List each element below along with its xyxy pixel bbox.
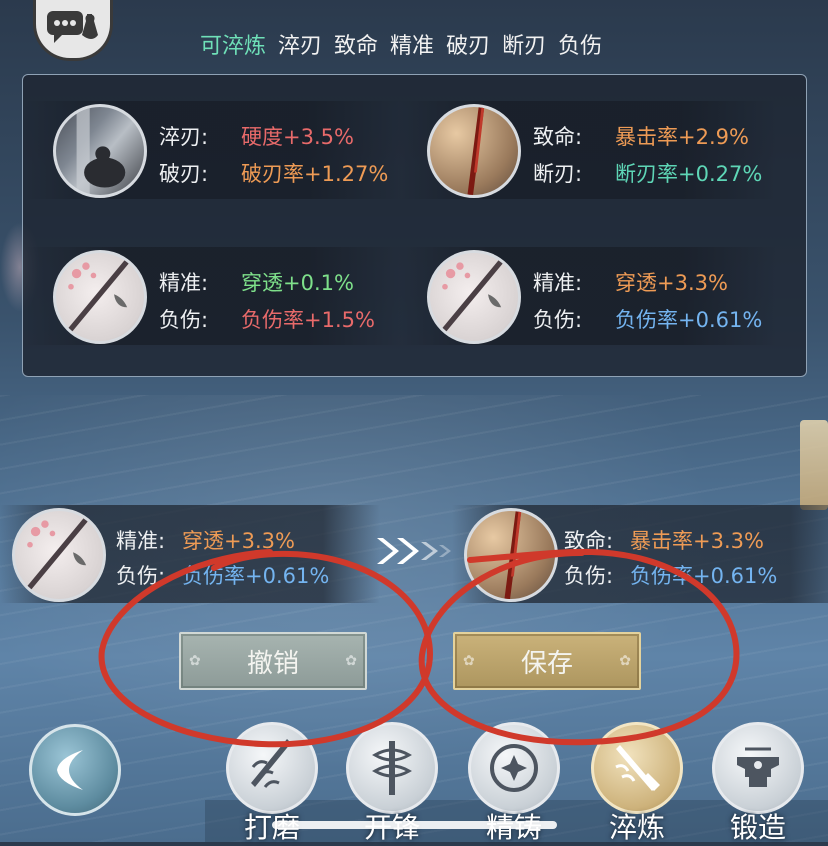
nav-disc: [346, 722, 438, 814]
filter-item-fushang[interactable]: 负伤: [558, 28, 602, 59]
flower-ornament-icon: ✿: [345, 653, 357, 669]
refine-cast-icon: [490, 744, 538, 792]
nav-item-forge[interactable]: 锻造: [708, 718, 808, 844]
grind-icon: [251, 739, 291, 788]
stat-key: 精准:: [533, 271, 583, 295]
stat-key: 致命:: [533, 125, 583, 149]
stat-value: 穿透+3.3%: [615, 271, 728, 295]
back-arrow-icon: [57, 750, 83, 790]
stat-key: 负伤:: [159, 308, 209, 332]
stat-line: 负伤: 负伤率+0.61%: [564, 560, 777, 590]
stat-line: 断刃: 断刃率+0.27%: [533, 158, 762, 188]
save-label: 保存: [520, 648, 573, 679]
dark-sword-gem-icon: [53, 104, 147, 198]
undo-label: 撤销: [246, 648, 299, 679]
back-button[interactable]: [29, 724, 121, 816]
filter-item-jingzhun[interactable]: 精准: [390, 28, 434, 59]
filter-item-cuiren[interactable]: 淬刃: [278, 28, 322, 59]
stat-line: 破刃: 破刃率+1.27%: [159, 158, 388, 188]
nav-disc: [226, 722, 318, 814]
blossom-blade-gem-icon: [53, 250, 147, 344]
stat-line: 精准: 穿透+3.3%: [116, 525, 295, 555]
flower-ornament-icon: ✿: [189, 653, 201, 669]
stat-key: 致命:: [564, 529, 614, 553]
chat-button[interactable]: [33, 0, 113, 61]
stat-key: 负伤:: [533, 308, 583, 332]
blossom-blade-gem-icon: [12, 508, 106, 602]
stat-line: 负伤: 负伤率+0.61%: [116, 560, 329, 590]
undo-button[interactable]: ✿ 撤销 ✿: [179, 632, 367, 690]
stat-key: 破刃:: [159, 162, 209, 186]
stat-value: 破刃率+1.27%: [241, 162, 389, 186]
double-chevron-right-icon: [377, 538, 451, 564]
stat-key: 淬刃:: [159, 125, 209, 149]
stat-value: 暴击率+2.9%: [615, 125, 749, 149]
stat-line: 致命: 暴击率+2.9%: [533, 121, 749, 151]
attribute-filter-bar: 可淬炼 淬刃 致命 精准 破刃 断刃 负伤: [200, 28, 602, 59]
stat-value: 暴击率+3.3%: [630, 529, 764, 553]
flower-ornament-icon: ✿: [463, 653, 475, 669]
filter-item-refinable[interactable]: 可淬炼: [200, 28, 266, 59]
nav-disc: [712, 722, 804, 814]
save-button[interactable]: ✿ 保存 ✿: [453, 632, 641, 690]
stat-value: 断刃率+0.27%: [615, 162, 763, 186]
nav-label: 淬炼: [608, 811, 665, 844]
nav-disc: [468, 722, 560, 814]
forge-icon: [737, 747, 779, 787]
filter-item-zhiming[interactable]: 致命: [334, 28, 378, 59]
attribute-entry[interactable]: 致命: 暴击率+2.9% 断刃: 断刃率+0.27%: [397, 101, 777, 199]
attribute-panel: 淬刃: 硬度+3.5% 破刃: 破刃率+1.27% 致命: 暴击率+2.9% 断刃: 断…: [22, 74, 807, 377]
stat-line: 负伤: 负伤率+0.61%: [533, 304, 762, 334]
home-indicator: [272, 821, 557, 829]
red-blade-gem-icon: [464, 508, 558, 602]
stat-value: 负伤率+0.61%: [630, 564, 778, 588]
stat-value: 负伤率+0.61%: [615, 308, 763, 332]
stat-key: 负伤:: [564, 564, 614, 588]
attribute-entry[interactable]: 精准: 穿透+0.1% 负伤: 负伤率+1.5%: [23, 247, 403, 345]
chat-bubble-icon: [47, 11, 98, 43]
attribute-entry[interactable]: 淬刃: 硬度+3.5% 破刃: 破刃率+1.27%: [23, 101, 403, 199]
stat-key: 断刃:: [533, 162, 583, 186]
attribute-entry[interactable]: 精准: 穿透+3.3% 负伤: 负伤率+0.61%: [397, 247, 777, 345]
stat-line: 淬刃: 硬度+3.5%: [159, 121, 354, 151]
current-attribute-entry: 精准: 穿透+3.3% 负伤: 负伤率+0.61%: [0, 505, 380, 603]
transform-arrows: [373, 534, 458, 568]
filter-item-poren[interactable]: 破刃: [446, 28, 490, 59]
nav-item-temper[interactable]: 淬炼: [587, 718, 687, 844]
background-lantern: [800, 420, 828, 510]
flower-ornament-icon: ✿: [619, 653, 631, 669]
stat-value: 负伤率+1.5%: [241, 308, 375, 332]
stat-value: 穿透+3.3%: [182, 529, 295, 553]
stat-line: 致命: 暴击率+3.3%: [564, 525, 764, 555]
stat-key: 精准:: [159, 271, 209, 295]
stat-key: 负伤:: [116, 564, 166, 588]
stat-value: 穿透+0.1%: [241, 271, 354, 295]
stat-line: 精准: 穿透+3.3%: [533, 267, 728, 297]
temper-icon: [615, 745, 660, 791]
stat-value: 硬度+3.5%: [241, 125, 354, 149]
blossom-blade-gem-icon: [427, 250, 521, 344]
nav-disc: [591, 722, 683, 814]
new-attribute-entry: 致命: 暴击率+3.3% 负伤: 负伤率+0.61%: [452, 505, 828, 603]
stat-value: 负伤率+0.61%: [182, 564, 330, 588]
stat-line: 负伤: 负伤率+1.5%: [159, 304, 375, 334]
red-blade-gem-icon: [427, 104, 521, 198]
nav-label: 锻造: [729, 811, 786, 844]
stat-line: 精准: 穿透+0.1%: [159, 267, 354, 297]
filter-item-duanren[interactable]: 断刃: [502, 28, 546, 59]
sharpen-icon: [372, 741, 412, 795]
stat-key: 精准:: [116, 529, 166, 553]
